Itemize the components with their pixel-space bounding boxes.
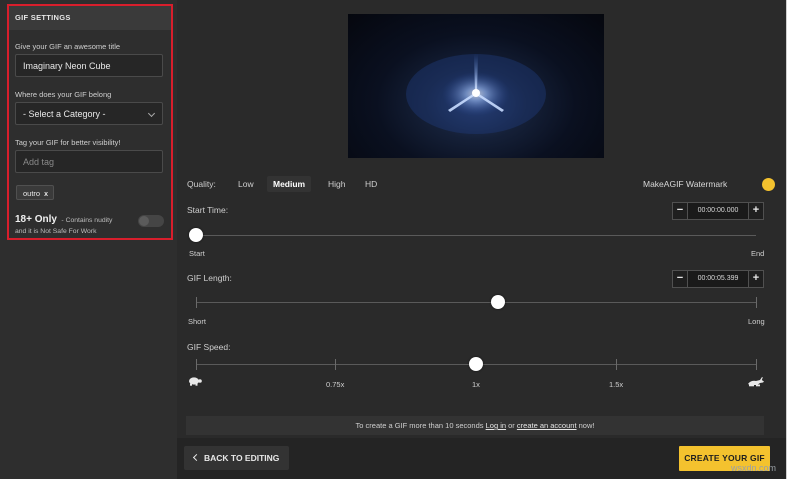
adult-desc-2: and it is Not Safe For Work (15, 228, 97, 235)
tag-label: Tag your GIF for better visibility! (15, 138, 121, 147)
gif-editor-app: GIF SETTINGS Give your GIF an awesome ti… (0, 0, 786, 479)
quality-medium[interactable]: Medium (267, 176, 312, 192)
short-label: Short (188, 317, 206, 326)
start-time-thumb[interactable] (189, 228, 203, 242)
adult-title: 18+ Only (15, 214, 57, 225)
speed-15-label: 1.5x (609, 380, 624, 389)
back-to-editing-button[interactable]: BACK TO EDITING (184, 446, 290, 470)
gif-length-track[interactable] (196, 302, 756, 303)
start-time-track[interactable] (196, 235, 756, 236)
gif-length-thumb[interactable] (491, 295, 506, 309)
gif-length-tick-end (756, 297, 757, 308)
site-watermark: wsxdn.com (731, 463, 777, 473)
category-label: Where does your GIF belong (15, 90, 112, 99)
adult-desc-1: - Contains nudity (61, 217, 113, 224)
gif-speed-label: GIF Speed: (187, 342, 231, 352)
info-prefix: To create a GIF more than 10 seconds (355, 421, 484, 430)
gif-settings-panel: GIF SETTINGS Give your GIF an awesome ti… (7, 4, 173, 240)
chevron-left-icon (192, 453, 201, 462)
speed-tick-1 (335, 359, 336, 370)
tag-chip: outro x (16, 185, 55, 200)
page-edge (786, 0, 800, 479)
gif-length-plus-button[interactable]: + (748, 270, 764, 288)
start-label: Start (189, 249, 205, 258)
footer-bar: BACK TO EDITING CREATE YOUR GIF (177, 438, 786, 479)
start-time-plus-button[interactable]: + (748, 202, 764, 220)
info-bar: To create a GIF more than 10 seconds Log… (186, 416, 764, 435)
gif-preview (348, 14, 604, 158)
back-to-editing-label: BACK TO EDITING (204, 453, 280, 463)
gif-length-minus-button[interactable]: − (672, 270, 688, 288)
settings-header: GIF SETTINGS (9, 6, 171, 30)
info-suffix: now! (578, 421, 595, 430)
info-middle: or (508, 421, 515, 430)
title-label: Give your GIF an awesome title (15, 42, 121, 51)
quality-label: Quality: (187, 179, 216, 189)
start-time-control: − 00:00:00.000 + (672, 202, 764, 220)
speed-tick-3 (616, 359, 617, 370)
speed-1-label: 1x (472, 380, 480, 389)
chevron-down-icon (147, 109, 156, 118)
start-time-minus-button[interactable]: − (672, 202, 688, 220)
gif-speed-thumb[interactable] (469, 357, 483, 371)
turtle-icon (189, 377, 202, 386)
gif-length-control: − 00:00:05.399 + (672, 270, 764, 288)
gif-length-tick-start (196, 297, 197, 308)
watermark-label: MakeAGIF Watermark (643, 179, 728, 189)
tag-remove-icon[interactable]: x (44, 191, 48, 198)
quality-low[interactable]: Low (232, 176, 260, 192)
speed-tick-0 (196, 359, 197, 370)
title-input[interactable]: Imaginary Neon Cube (15, 54, 163, 77)
long-label: Long (748, 317, 765, 326)
watermark-toggle[interactable] (762, 178, 775, 191)
start-time-value[interactable]: 00:00:00.000 (688, 202, 748, 220)
speed-tick-4 (756, 359, 757, 370)
quality-hd[interactable]: HD (359, 176, 383, 192)
sidebar: GIF SETTINGS Give your GIF an awesome ti… (0, 0, 177, 479)
main-panel: Quality: Low Medium High HD MakeAGIF Wat… (177, 0, 786, 479)
create-account-link[interactable]: create an account (517, 421, 577, 430)
category-select[interactable]: - Select a Category - (15, 102, 163, 125)
gif-length-value[interactable]: 00:00:05.399 (688, 270, 748, 288)
toggle-knob (139, 216, 149, 226)
tag-chip-label: outro (23, 189, 41, 198)
gif-length-label: GIF Length: (187, 273, 232, 283)
start-time-label: Start Time: (187, 205, 229, 215)
category-select-value: - Select a Category - (23, 109, 106, 119)
end-label: End (751, 249, 765, 258)
quality-high[interactable]: High (322, 176, 351, 192)
rabbit-icon (748, 377, 764, 387)
tag-input[interactable]: Add tag (15, 150, 163, 173)
neon-preview-image (406, 54, 546, 134)
login-link[interactable]: Log in (486, 421, 506, 430)
quality-row: Quality: Low Medium High HD MakeAGIF Wat… (187, 176, 777, 192)
speed-075-label: 0.75x (326, 380, 345, 389)
adult-toggle[interactable] (138, 215, 164, 227)
